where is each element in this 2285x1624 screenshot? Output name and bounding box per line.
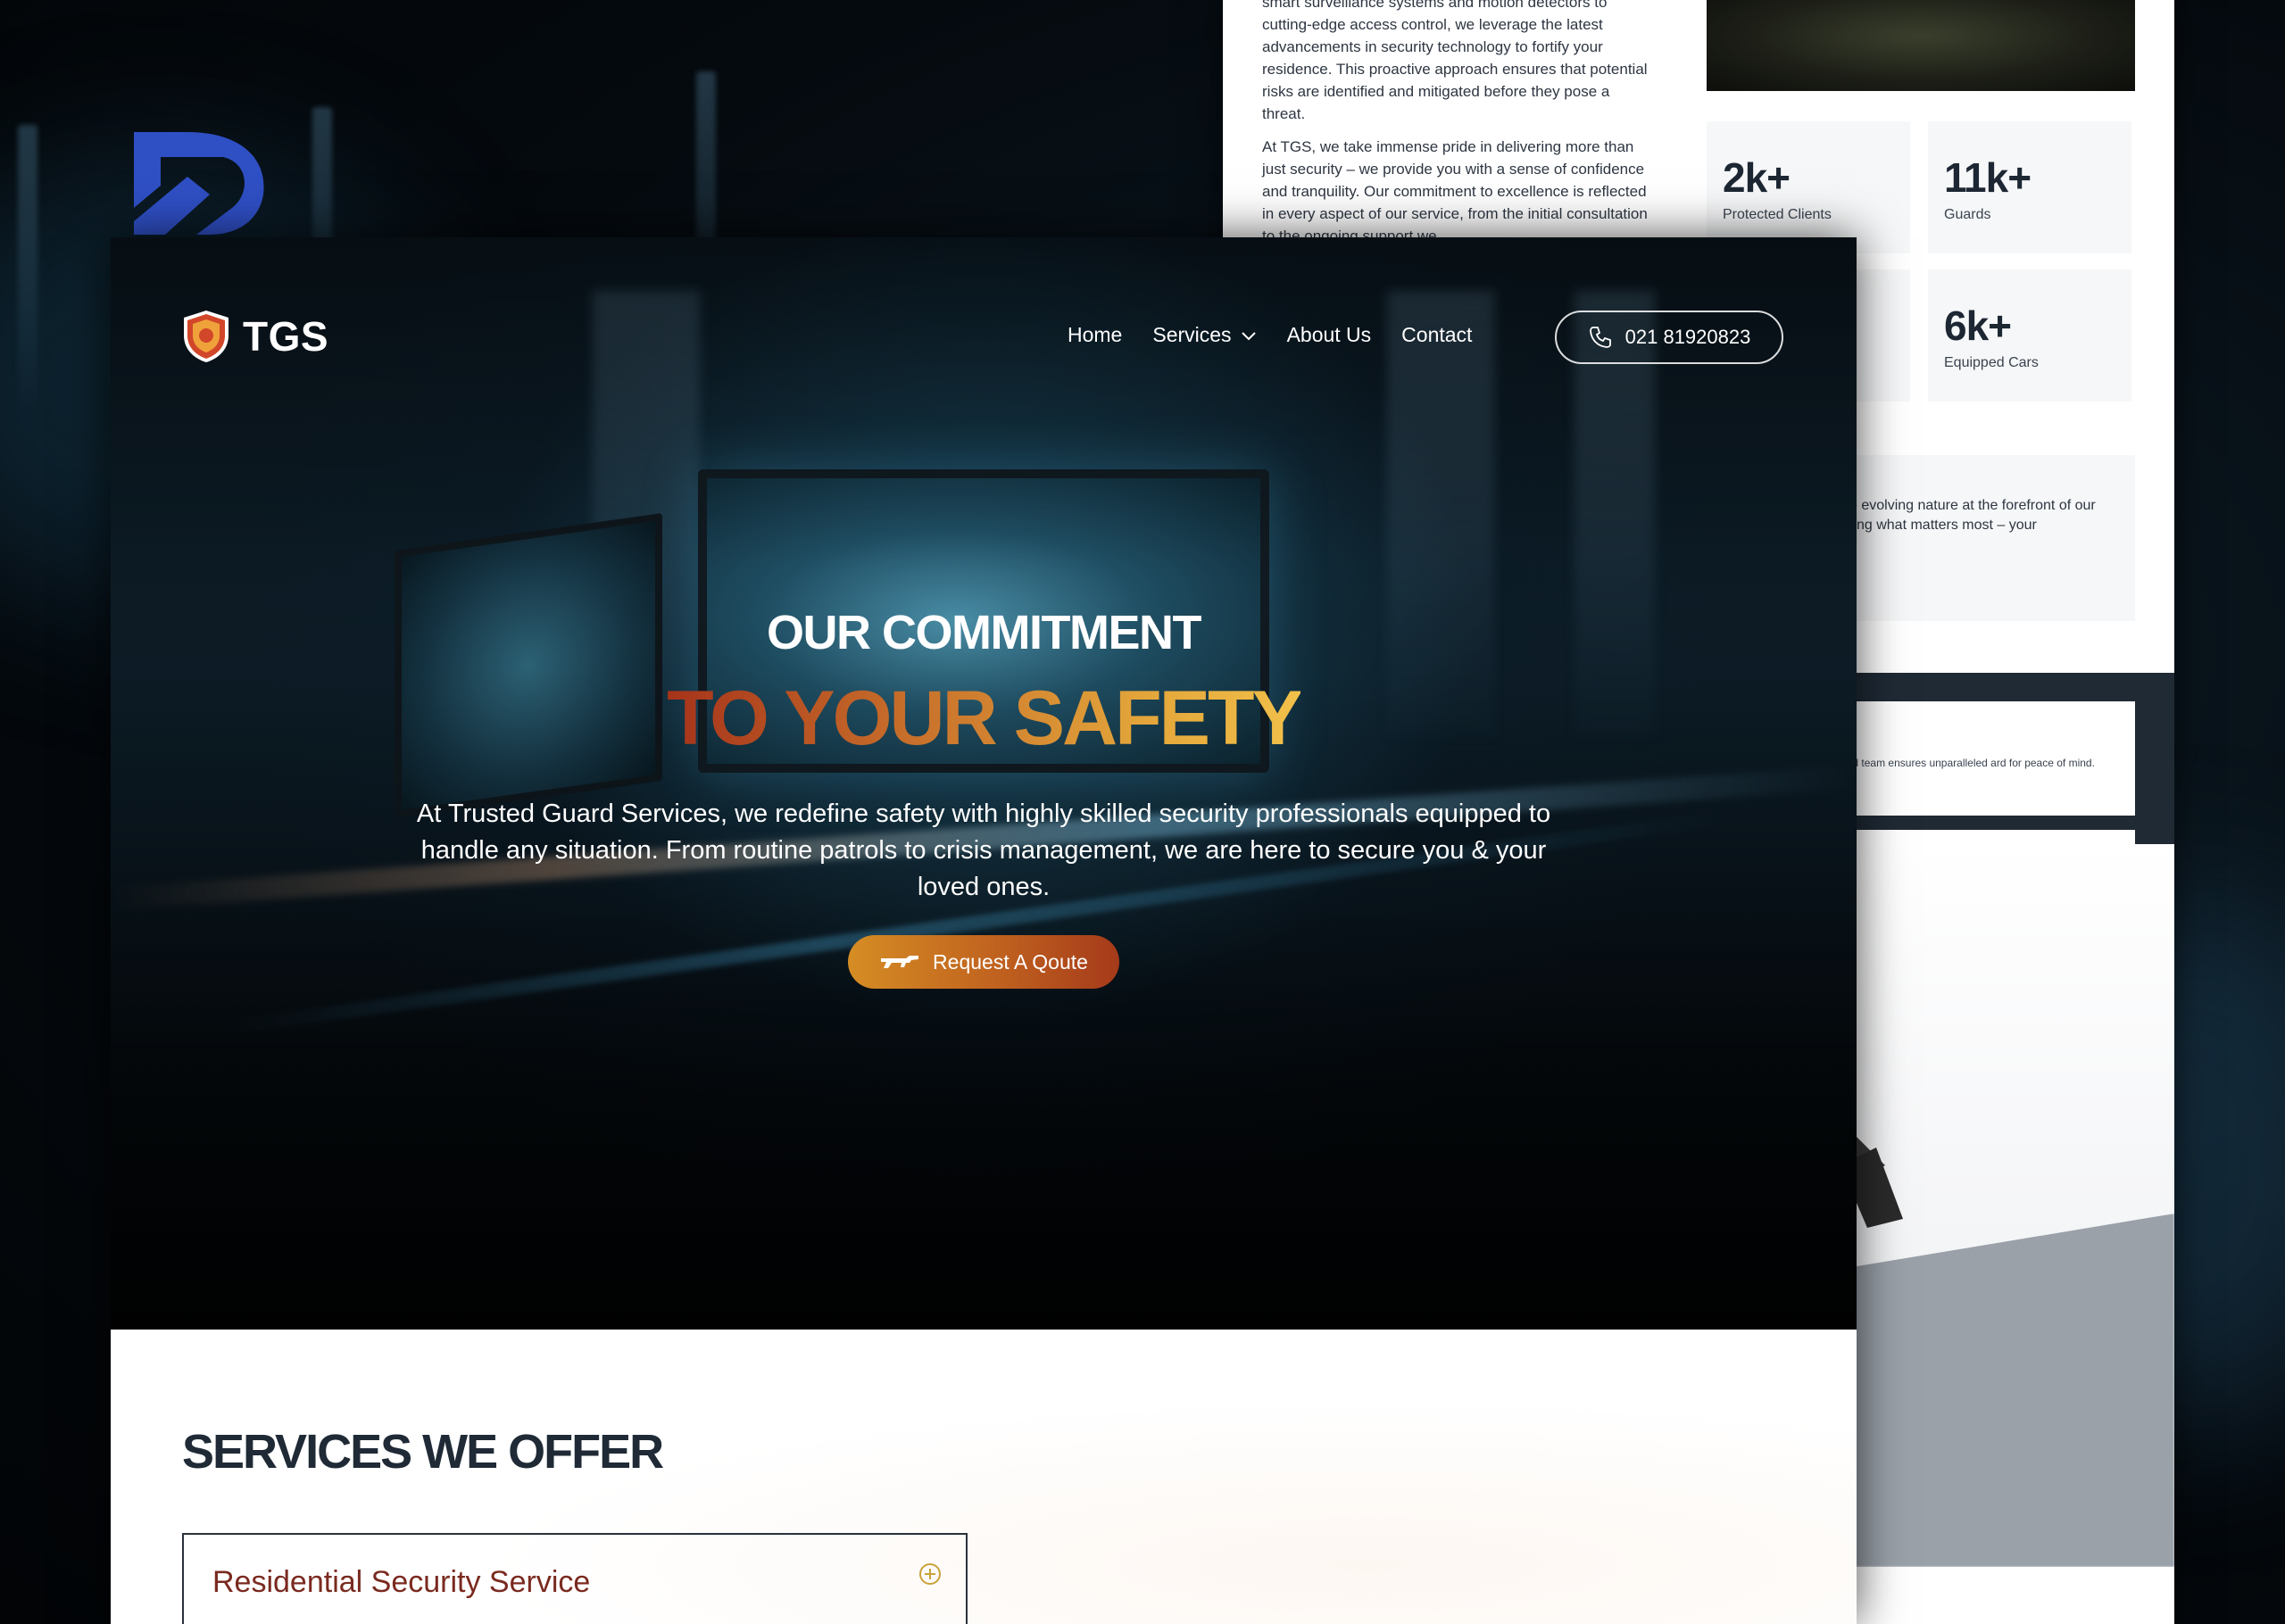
nav-item-about-us[interactable]: About Us [1287, 323, 1372, 347]
nav-item-contact[interactable]: Contact [1401, 323, 1472, 347]
nav-label: Services [1152, 323, 1232, 346]
cta-label: Request A Qoute [933, 949, 1088, 974]
hero-section: TGS Home Services About Us Contact 021 8… [111, 237, 1857, 1330]
site-logo[interactable]: TGS [182, 309, 328, 364]
about-paragraph: smart surveillance systems and motion de… [1262, 0, 1648, 122]
guard-image [1707, 0, 2135, 91]
nav-label: Home [1068, 323, 1123, 346]
background-light-strip [18, 125, 37, 410]
nav-item-home[interactable]: Home [1068, 323, 1122, 347]
brand-mark-icon [134, 132, 264, 235]
stat-card: 11k+ Guards [1928, 121, 2131, 253]
stat-value: 2k+ [1723, 154, 1791, 201]
logo-text: TGS [243, 313, 329, 360]
nav-label: Contact [1401, 323, 1473, 346]
services-section: SERVICES WE OFFER Residential Security S… [111, 1330, 1857, 1624]
stat-label: Equipped Cars [1944, 355, 2039, 370]
request-quote-button[interactable]: Request A Qoute [848, 935, 1119, 989]
stat-value: 6k+ [1944, 302, 2012, 349]
phone-icon [1589, 327, 1611, 348]
stat-label: Guards [1944, 207, 1991, 222]
accordion-label: Residential Security Service [212, 1565, 591, 1599]
services-title: SERVICES WE OFFER [182, 1425, 664, 1479]
hero-subheading-text: TO YOUR SAFETY [667, 675, 1303, 761]
phone-number: 021 81920823 [1624, 326, 1751, 348]
stat-card: 6k+ Equipped Cars [1928, 269, 2131, 402]
hero-description: At Trusted Guard Services, we redefine s… [416, 800, 1551, 901]
front-page-preview: TGS Home Services About Us Contact 021 8… [111, 237, 1857, 1624]
hero-heading: OUR COMMITMENT [767, 606, 1201, 659]
rifle-icon [881, 956, 919, 968]
plus-circle-icon[interactable] [918, 1562, 943, 1587]
phone-button[interactable]: 021 81920823 [1555, 311, 1783, 364]
shield-icon [184, 311, 228, 362]
accordion-item[interactable]: Residential Security Service [182, 1533, 968, 1624]
nav-item-services[interactable]: Services [1152, 323, 1256, 347]
nav-label: About Us [1286, 323, 1372, 346]
hero-subheading: TO YOUR SAFETY [111, 675, 1857, 763]
about-paragraph: At TGS, we take immense pride in deliver… [1262, 138, 1648, 244]
stat-card: 2k+ Protected Clients [1707, 121, 1910, 253]
stat-label: Protected Clients [1723, 207, 1832, 222]
main-nav: Home Services About Us Contact [1068, 323, 1472, 347]
hero-overlay [111, 237, 1857, 1330]
stat-value: 11k+ [1944, 154, 2032, 201]
chevron-down-icon [1241, 331, 1256, 340]
